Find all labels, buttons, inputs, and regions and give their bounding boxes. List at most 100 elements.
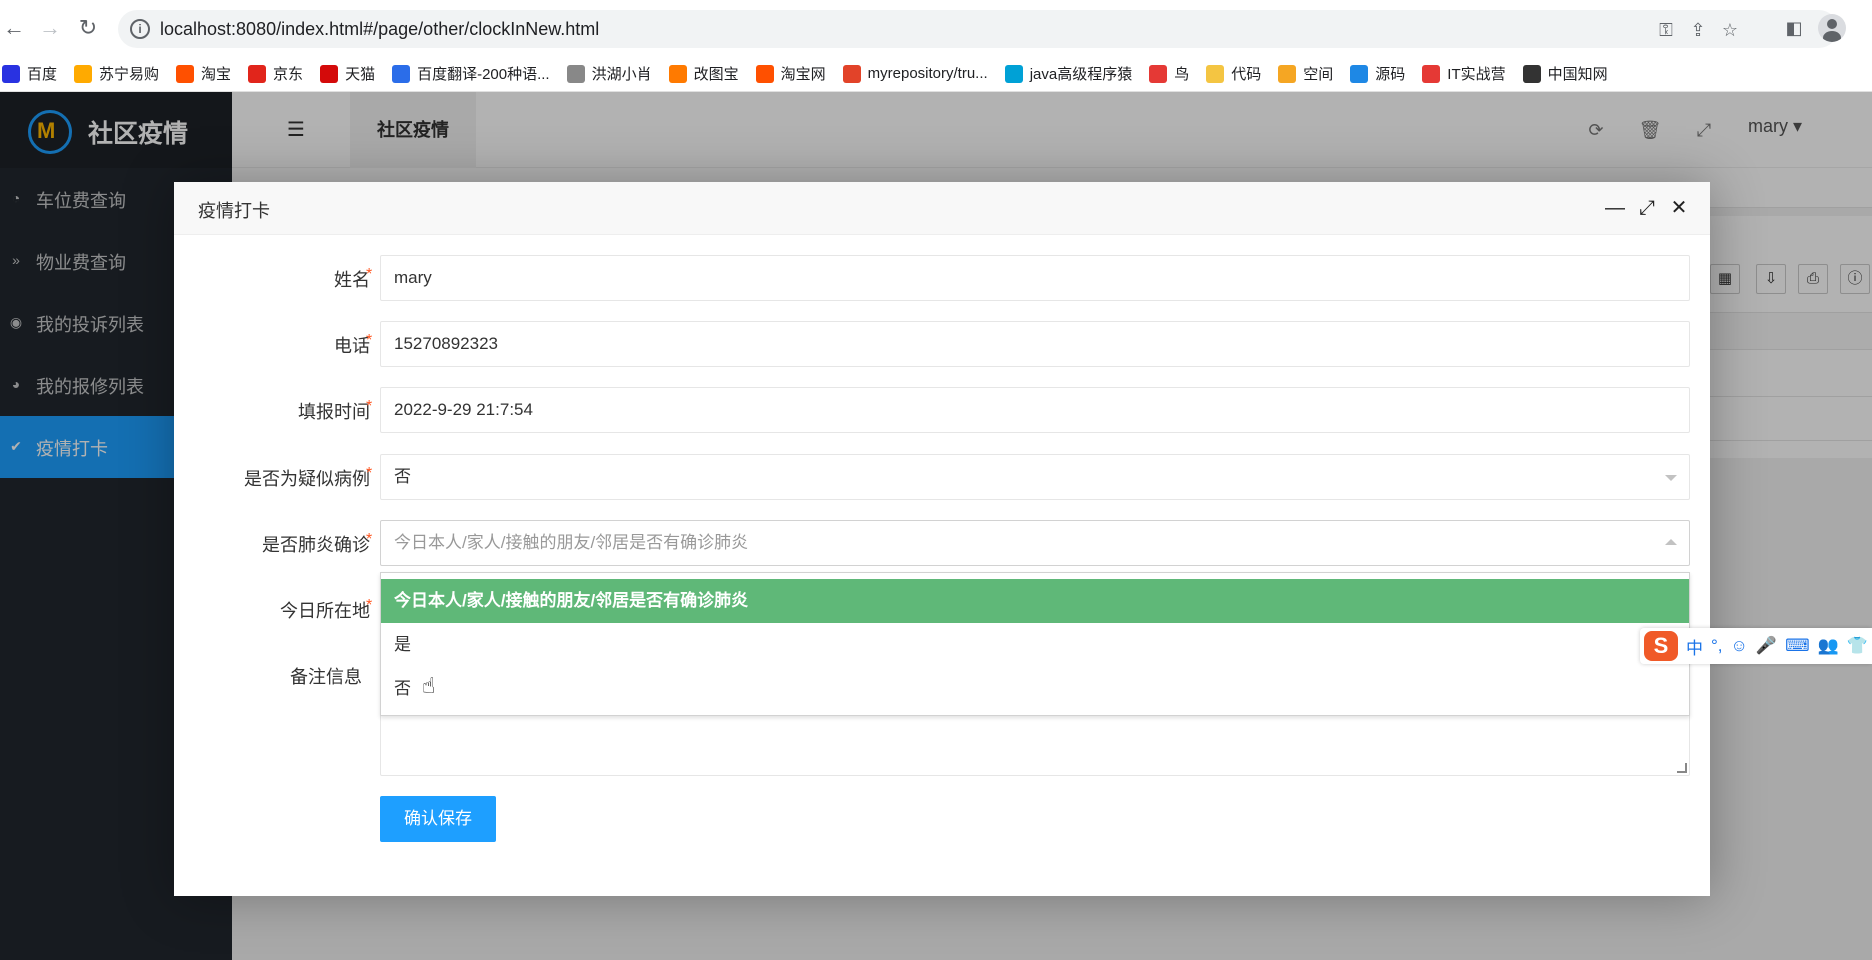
ime-tool-icon[interactable]: 中 bbox=[1686, 634, 1703, 659]
bookmark-label: 百度 bbox=[27, 66, 58, 83]
dialog-title: 疫情打卡 bbox=[198, 201, 270, 221]
remark-label: 备注信息 bbox=[290, 667, 362, 687]
bookmark-favicon-icon bbox=[668, 64, 687, 83]
phone-input[interactable]: 15270892323 bbox=[380, 321, 1690, 367]
dropdown-option[interactable]: 否 bbox=[381, 667, 1689, 711]
resize-grip-icon[interactable] bbox=[1677, 763, 1687, 773]
suspected-select[interactable]: 否 bbox=[380, 454, 1690, 500]
key-icon[interactable]: ⚿ bbox=[1654, 18, 1678, 42]
clock-in-dialog: 疫情打卡 — ⤢ ✕ 姓名 * mary 电话 * 15270892323 填报… bbox=[174, 182, 1710, 896]
name-label: 姓名 bbox=[334, 270, 370, 290]
maximize-icon[interactable]: ⤢ bbox=[1634, 195, 1660, 221]
close-icon[interactable]: ✕ bbox=[1666, 195, 1692, 221]
url-text: localhost:8080/index.html#/page/other/cl… bbox=[160, 19, 600, 39]
bookmark-favicon-icon bbox=[2, 64, 20, 83]
forward-arrow-icon[interactable]: → bbox=[36, 14, 64, 42]
bookmarks-bar: 百度 苏宁易购 淘宝 京东 天猫 百度翻译-200种语... 洪湖小肖 改图宝 淘宝网 myrep… bbox=[0, 56, 1872, 92]
share-icon[interactable]: ⇪ bbox=[1686, 18, 1710, 42]
bookmark-item[interactable]: 京东 bbox=[248, 63, 303, 84]
diagnosed-dropdown-list: 今日本人/家人/接触的朋友/邻居是否有确诊肺炎 是 否 bbox=[380, 572, 1690, 716]
browser-address-row: ← → ↻ i localhost:8080/index.html#/page/… bbox=[0, 0, 1872, 56]
dialog-header: 疫情打卡 — ⤢ ✕ bbox=[174, 182, 1710, 235]
ime-tool-icon[interactable]: ☺ bbox=[1731, 636, 1748, 656]
bookmark-label: IT实战营 bbox=[1447, 66, 1506, 83]
time-label: 填报时间 bbox=[298, 402, 370, 422]
bookmark-item[interactable]: 空间 bbox=[1278, 63, 1333, 84]
save-button[interactable]: 确认保存 bbox=[380, 796, 496, 842]
diagnosed-label: 是否肺炎确诊 bbox=[262, 535, 370, 555]
suspected-label: 是否为疑似病例 bbox=[244, 469, 370, 489]
hand-cursor-icon: ☝ bbox=[422, 673, 436, 698]
sogou-logo-icon[interactable]: S bbox=[1644, 631, 1678, 661]
required-mark: * bbox=[366, 398, 373, 415]
bookmark-favicon-icon bbox=[320, 64, 339, 83]
time-input[interactable]: 2022-9-29 21:7:54 bbox=[380, 387, 1690, 433]
bookmark-favicon-icon bbox=[1278, 64, 1297, 83]
bookmark-favicon-icon bbox=[1522, 64, 1541, 83]
bookmark-favicon-icon bbox=[248, 64, 267, 83]
bookmark-item[interactable]: myrepository/tru... bbox=[842, 64, 988, 83]
bookmark-favicon-icon bbox=[1149, 64, 1168, 83]
bookmark-label: 代码 bbox=[1231, 66, 1262, 83]
bookmark-label: 京东 bbox=[273, 66, 304, 83]
back-arrow-icon[interactable]: ← bbox=[0, 14, 28, 42]
ime-toolbar: S 中 °, ☺ 🎤 ⌨ 👥 👕 bbox=[1640, 628, 1872, 664]
bookmark-item[interactable]: 洪湖小肖 bbox=[566, 63, 652, 84]
bookmark-label: 天猫 bbox=[345, 66, 376, 83]
bookmark-label: java高级程序猿 bbox=[1029, 66, 1133, 83]
required-mark: * bbox=[366, 465, 373, 482]
bookmark-item[interactable]: 天猫 bbox=[320, 63, 375, 84]
bookmark-label: 苏宁易购 bbox=[99, 66, 160, 83]
bookmark-item[interactable]: java高级程序猿 bbox=[1004, 63, 1133, 84]
diagnosed-select[interactable]: 今日本人/家人/接触的朋友/邻居是否有确诊肺炎 bbox=[380, 520, 1690, 566]
ime-tool-icon[interactable]: 👥 bbox=[1818, 636, 1839, 656]
bookmark-label: 改图宝 bbox=[693, 66, 739, 83]
minimize-icon[interactable]: — bbox=[1602, 195, 1628, 221]
bookmark-favicon-icon bbox=[74, 64, 93, 83]
dropdown-option[interactable]: 今日本人/家人/接触的朋友/邻居是否有确诊肺炎 bbox=[381, 579, 1689, 623]
bookmark-item[interactable]: 淘宝网 bbox=[755, 63, 826, 84]
bookmark-favicon-icon bbox=[1350, 64, 1369, 83]
bookmark-item[interactable]: 苏宁易购 bbox=[74, 63, 159, 84]
bookmark-item[interactable]: IT实战营 bbox=[1422, 63, 1506, 84]
required-mark: * bbox=[366, 597, 373, 614]
reload-icon[interactable]: ↻ bbox=[74, 14, 102, 42]
bookmark-favicon-icon bbox=[842, 64, 861, 83]
ime-tool-icon[interactable]: °, bbox=[1711, 636, 1723, 656]
phone-label: 电话 bbox=[334, 336, 370, 356]
caret-down-icon bbox=[1665, 475, 1677, 481]
bookmark-item[interactable]: 百度翻译-200种语... bbox=[392, 63, 550, 84]
bookmark-favicon-icon bbox=[392, 64, 411, 83]
bookmark-item[interactable]: 改图宝 bbox=[668, 63, 739, 84]
caret-up-icon bbox=[1665, 539, 1677, 545]
address-bar[interactable]: i localhost:8080/index.html#/page/other/… bbox=[118, 10, 1838, 48]
ime-tool-icon[interactable]: ⌨ bbox=[1785, 636, 1810, 656]
bookmark-item[interactable]: 代码 bbox=[1206, 63, 1261, 84]
bookmark-label: myrepository/tru... bbox=[867, 65, 988, 82]
bookmark-label: 洪湖小肖 bbox=[591, 66, 652, 83]
bookmark-item[interactable]: 中国知网 bbox=[1522, 63, 1608, 84]
profile-avatar-icon[interactable] bbox=[1818, 14, 1846, 42]
ime-tool-icon[interactable]: 🎤 bbox=[1756, 636, 1777, 656]
info-icon[interactable]: i bbox=[130, 19, 150, 39]
bookmark-item[interactable]: 鸟 bbox=[1149, 63, 1189, 84]
required-mark: * bbox=[366, 332, 373, 349]
dropdown-option[interactable]: 是 bbox=[381, 623, 1689, 667]
ime-tool-icon[interactable]: 👕 bbox=[1847, 636, 1868, 656]
bookmark-label: 百度翻译-200种语... bbox=[417, 66, 550, 83]
bookmark-item[interactable]: 百度 bbox=[2, 63, 57, 84]
bookmark-item[interactable]: 淘宝 bbox=[176, 63, 231, 84]
suspected-select-value: 否 bbox=[394, 467, 411, 486]
bookmark-favicon-icon bbox=[176, 64, 195, 83]
bookmark-favicon-icon bbox=[755, 64, 774, 83]
bookmark-label: 鸟 bbox=[1174, 66, 1190, 83]
star-icon[interactable]: ☆ bbox=[1718, 18, 1742, 42]
bookmark-label: 空间 bbox=[1303, 66, 1334, 83]
bookmark-favicon-icon bbox=[1004, 64, 1023, 83]
side-panel-icon[interactable]: ◧ bbox=[1780, 14, 1808, 42]
name-input[interactable]: mary bbox=[380, 255, 1690, 301]
bookmark-favicon-icon bbox=[1422, 64, 1441, 83]
diagnosed-select-placeholder: 今日本人/家人/接触的朋友/邻居是否有确诊肺炎 bbox=[394, 533, 749, 552]
bookmark-item[interactable]: 源码 bbox=[1350, 63, 1405, 84]
bookmark-label: 淘宝 bbox=[201, 66, 232, 83]
